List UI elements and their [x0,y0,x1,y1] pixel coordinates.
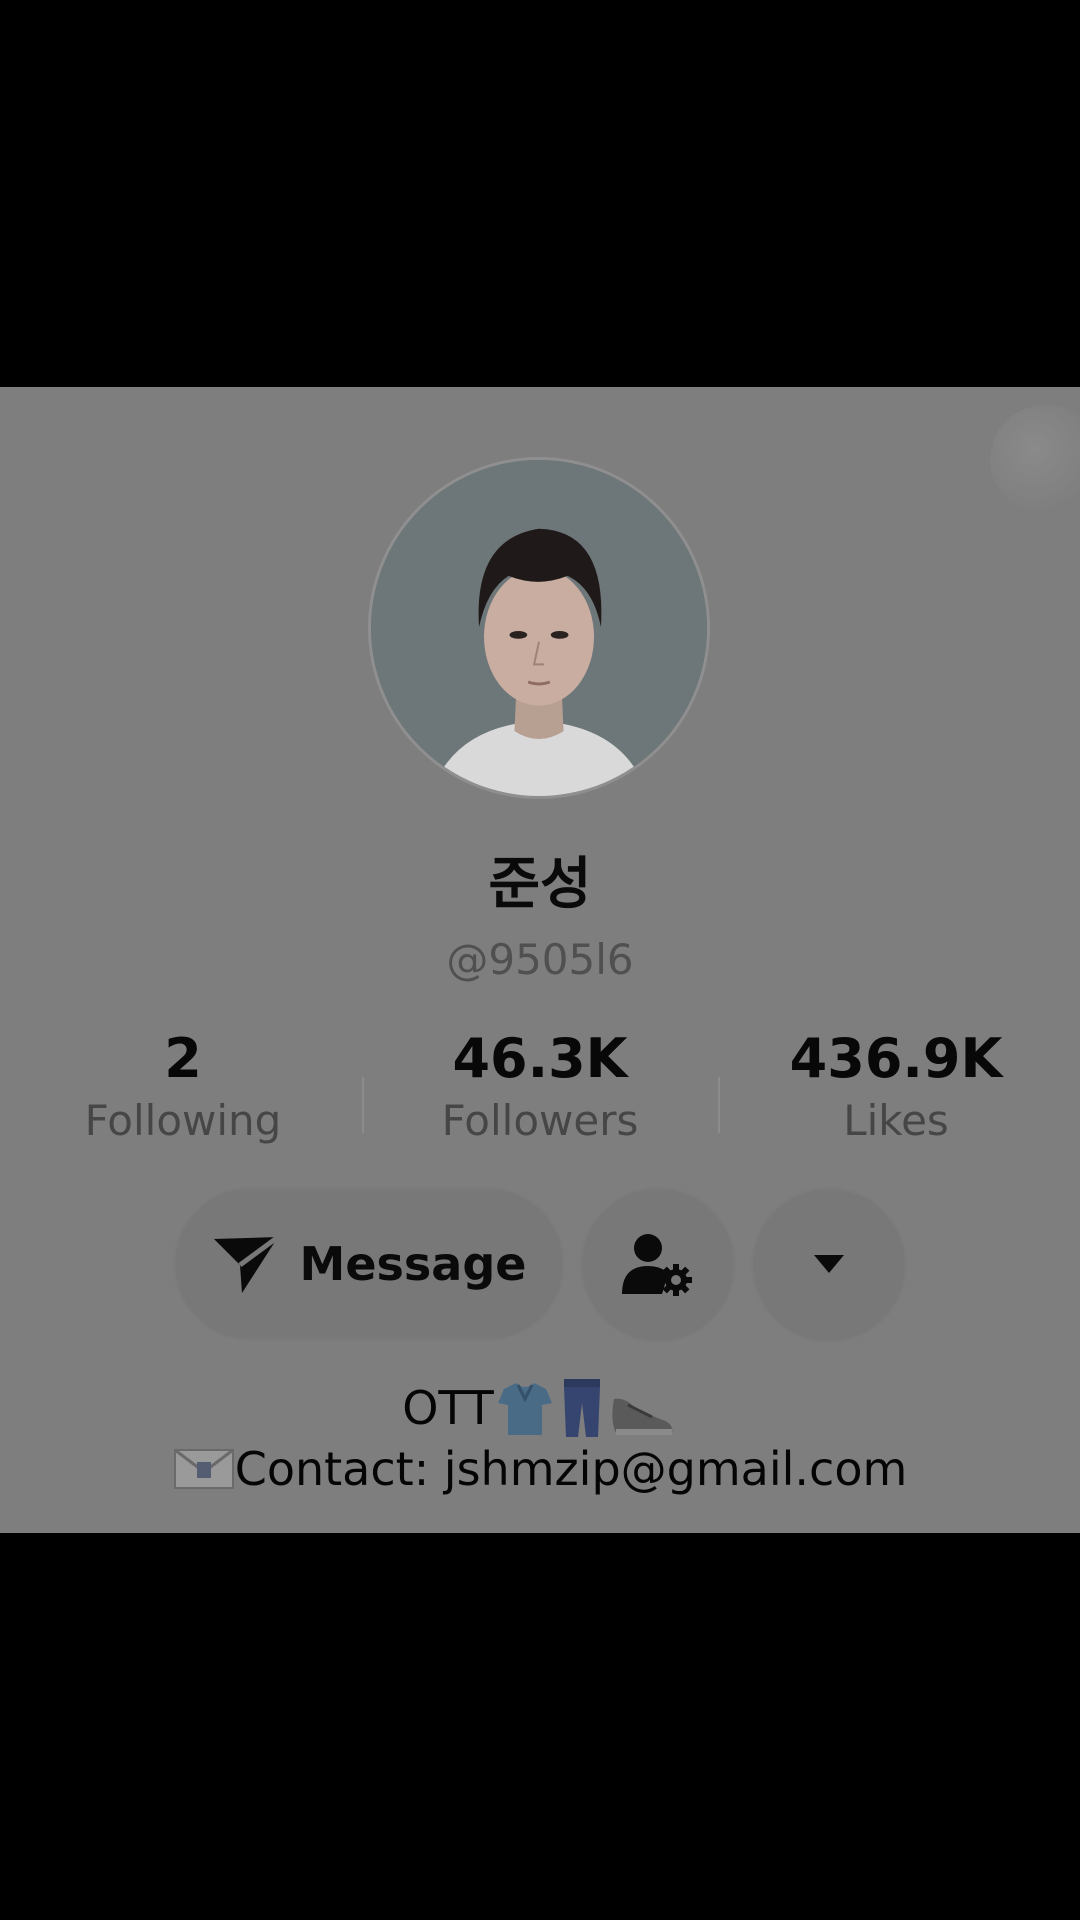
username: @9505l6 [446,935,634,984]
likes-count: 436.9K [789,1027,1003,1090]
jeans-icon [563,1379,600,1437]
envelope-icon [173,1448,234,1489]
following-count: 2 [164,1027,202,1090]
avatar-photo [371,460,707,796]
likes-label: Likes [843,1096,949,1145]
send-icon [213,1234,280,1293]
stat-divider [718,1077,720,1133]
friend-settings-button[interactable] [580,1187,736,1343]
more-options-button[interactable] [751,1187,907,1343]
message-button-label: Message [299,1237,527,1291]
followers-label: Followers [441,1096,639,1145]
profile-screen: 준성 @9505l6 2 Following 46.3K Followers 4… [0,387,1080,1533]
contact-text[interactable]: Contact: jshmzip@gmail.com [235,1439,908,1499]
profile-bio: OTT Contact: jshmzip@gmail.com [0,1377,1080,1499]
display-name: 준성 [488,852,592,917]
stat-divider [362,1077,364,1133]
avatar[interactable] [368,457,710,799]
caret-down-icon [814,1255,844,1273]
stat-following[interactable]: 2 Following [33,1027,333,1151]
bio-line-2: Contact: jshmzip@gmail.com [0,1439,1080,1499]
profile-actions: Message [0,1187,1080,1347]
t-shirt-icon [497,1383,552,1435]
stat-likes[interactable]: 436.9K Likes [746,1027,1046,1151]
stat-followers[interactable]: 46.3K Followers [390,1027,690,1151]
followers-count: 46.3K [452,1027,628,1090]
corner-overlay-shape [990,405,1080,515]
sneaker-icon [612,1398,673,1435]
bio-line-1: OTT [0,1377,1080,1439]
bio-text: OTT [402,1381,494,1435]
profile-stats: 2 Following 46.3K Followers 436.9K Likes [0,1027,1080,1167]
following-label: Following [84,1096,282,1145]
user-gear-icon [622,1234,692,1296]
message-button[interactable]: Message [173,1187,565,1341]
